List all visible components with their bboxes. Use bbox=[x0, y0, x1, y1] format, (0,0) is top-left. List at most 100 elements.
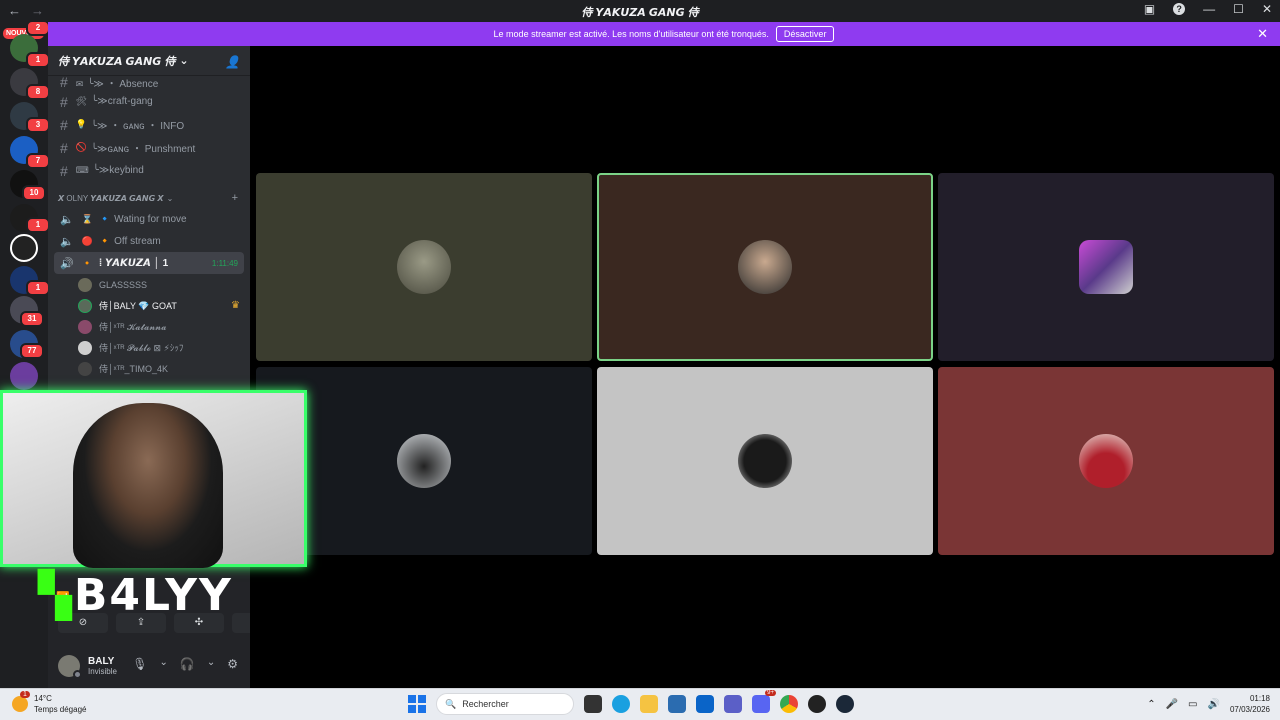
voice-channel-name: ⁞ 𝙔𝘼𝙆𝙐𝙕𝘼 │ 1 bbox=[98, 257, 169, 269]
voice-channel-name: 🔸 Off stream bbox=[98, 235, 161, 247]
chrome-icon[interactable] bbox=[780, 695, 798, 713]
store-icon[interactable] bbox=[668, 695, 686, 713]
voice-member[interactable]: 侍│ˣᵀᴿ 𝓟𝓪𝓫𝓵𝓸 ⊠ ⚡ｼｯﾌ bbox=[48, 337, 250, 358]
voice-member[interactable]: 侍│ˣᵀᴿ 𝓚𝓪𝓽𝓪𝓷𝓷𝓪 bbox=[48, 316, 250, 337]
title-bar: ← → 侍 𝙔𝘼𝙆𝙐𝙕𝘼 𝙂𝘼𝙉𝙂 侍 ▣ ? — ☐ ✕ bbox=[0, 0, 1280, 22]
avatar bbox=[78, 277, 92, 292]
video-tile[interactable] bbox=[597, 367, 933, 555]
inbox-icon[interactable]: ▣ bbox=[1144, 2, 1155, 16]
channel-item[interactable]: # 🚫 ╰≫ɢᴀɴɢ ・ Punshment bbox=[48, 136, 250, 159]
avatar bbox=[78, 319, 92, 334]
teams-icon[interactable] bbox=[724, 695, 742, 713]
help-icon[interactable]: ? bbox=[1173, 3, 1186, 15]
member-name: GLASSSSS bbox=[99, 279, 148, 290]
channel-name: ╰≫craft-gang bbox=[91, 96, 153, 107]
channel-emoji: ✉ bbox=[75, 79, 84, 89]
category-name: 𝙓 OLNY 𝙔𝘼𝙆𝙐𝙕𝘼 𝙂𝘼𝙉𝙂 𝙓 bbox=[58, 193, 164, 203]
video-tile-speaking[interactable] bbox=[597, 173, 933, 361]
chevron-down-icon[interactable]: ⌄ bbox=[207, 657, 215, 671]
server-mention-badge: 8 bbox=[26, 84, 48, 100]
weather-widget[interactable]: 1 14°C Temps dégagé bbox=[12, 691, 87, 715]
crown-icon: ♛ bbox=[231, 300, 240, 311]
voice-member[interactable]: 侍│BALY 💎 GOAT ♛ bbox=[48, 295, 250, 316]
server-icon-active[interactable] bbox=[10, 234, 38, 262]
volume-icon[interactable]: 🔊 bbox=[1208, 699, 1220, 710]
voice-channel-active[interactable]: 🔊 🔸 ⁞ 𝙔𝘼𝙆𝙐𝙕𝘼 │ 1 1:11:49 bbox=[54, 252, 244, 274]
voice-member[interactable]: 侍│ˣᵀᴿ_TIMO_4K bbox=[48, 358, 250, 379]
logo-text: B4LYY bbox=[73, 570, 233, 621]
task-view-icon[interactable] bbox=[584, 695, 602, 713]
channel-name: ╰≫ɢᴀɴɢ ・ Punshment bbox=[91, 144, 196, 155]
gear-icon[interactable]: ⚙ bbox=[227, 657, 238, 671]
weather-badge: 1 bbox=[20, 691, 30, 698]
stream-logo-overlay: ▚B4LYY bbox=[38, 570, 233, 621]
user-status: Invisible bbox=[88, 666, 117, 676]
member-name: 侍│ˣᵀᴿ 𝓟𝓪𝓫𝓵𝓸 ⊠ ⚡ｼｯﾌ bbox=[99, 343, 184, 353]
network-icon[interactable]: ▭ bbox=[1188, 699, 1197, 710]
avatar bbox=[738, 434, 792, 488]
channel-item[interactable]: # 💡 ╰≫ ・ ɢᴀɴɢ ・ INFO bbox=[48, 113, 250, 136]
channel-item[interactable]: # 🛠 ╰≫craft-gang bbox=[48, 90, 250, 113]
close-icon[interactable]: ✕ bbox=[1257, 26, 1268, 42]
minimize-icon[interactable]: — bbox=[1203, 2, 1215, 16]
server-mention-badge: 1 bbox=[26, 52, 48, 68]
chevron-down-icon: ⌄ bbox=[179, 55, 189, 67]
disable-streamer-mode-button[interactable]: Désactiver bbox=[775, 26, 835, 42]
weather-icon bbox=[12, 696, 28, 712]
app-icon[interactable] bbox=[808, 695, 826, 713]
channel-item[interactable]: # ⌨ ╰≫keybind bbox=[48, 159, 250, 182]
weather-condition: Temps dégagé bbox=[34, 705, 87, 714]
voice-channel[interactable]: 🔈 ⌛ 🔹 Wating for move bbox=[48, 208, 250, 230]
server-mention-badge: 77 bbox=[20, 343, 44, 359]
add-member-icon[interactable]: 👤 bbox=[225, 55, 240, 69]
channel-category[interactable]: 𝙓 OLNY 𝙔𝘼𝙆𝙐𝙕𝘼 𝙂𝘼𝙉𝙂 𝙓 ⌄ + bbox=[48, 188, 250, 208]
chevron-down-icon[interactable]: ⌄ bbox=[160, 657, 168, 671]
channel-emoji: ⌛ bbox=[81, 213, 93, 224]
close-window-icon[interactable]: ✕ bbox=[1262, 2, 1272, 16]
server-mention-badge: 2 bbox=[26, 22, 48, 36]
member-name: 侍│ˣᵀᴿ 𝓚𝓪𝓽𝓪𝓷𝓷𝓪 bbox=[99, 322, 167, 332]
headphones-icon[interactable]: 🎧 bbox=[180, 657, 195, 671]
logo-glyph-icon: ▚ bbox=[38, 570, 74, 621]
system-tray: ⌃ 🎤 ▭ 🔊 01:18 07/03/2026 bbox=[1147, 693, 1270, 715]
file-explorer-icon[interactable] bbox=[640, 695, 658, 713]
avatar bbox=[78, 340, 92, 355]
server-mention-badge: 7 bbox=[26, 153, 48, 169]
voice-channel[interactable]: 🔈 🔴 🔸 Off stream bbox=[48, 230, 250, 252]
outlook-icon[interactable] bbox=[696, 695, 714, 713]
microphone-icon[interactable]: 🎤 bbox=[1166, 699, 1178, 710]
video-tile[interactable] bbox=[938, 367, 1274, 555]
webcam-person-image bbox=[73, 403, 223, 568]
microphone-icon[interactable]: 🎙 bbox=[132, 657, 147, 671]
video-tile[interactable] bbox=[256, 173, 592, 361]
avatar[interactable] bbox=[58, 654, 82, 679]
avatar bbox=[78, 298, 92, 313]
voice-member[interactable]: GLASSSSS bbox=[48, 274, 250, 295]
channel-emoji: 💡 bbox=[75, 119, 88, 129]
channel-emoji: 🚫 bbox=[75, 142, 88, 152]
streamer-mode-banner: Le mode streamer est activé. Les noms d'… bbox=[48, 22, 1280, 46]
status-indicator bbox=[73, 669, 82, 679]
discord-badge: 9+ bbox=[765, 690, 776, 696]
taskbar-search[interactable]: 🔍 Rechercher bbox=[436, 693, 574, 715]
speaker-icon: 🔊 bbox=[60, 257, 74, 270]
server-icon[interactable] bbox=[10, 362, 38, 390]
channel-item[interactable]: # ✉ ╰≫ ・ Absence bbox=[48, 76, 250, 90]
edge-icon[interactable] bbox=[612, 695, 630, 713]
channel-emoji: 🔸 bbox=[81, 257, 93, 268]
server-header[interactable]: 侍 𝙔𝘼𝙆𝙐𝙕𝘼 𝙂𝘼𝙉𝙂 侍 ⌄ 👤 bbox=[48, 46, 250, 76]
hashtag-icon: # bbox=[60, 93, 68, 110]
discord-icon[interactable]: 9+ bbox=[752, 690, 776, 713]
clock[interactable]: 01:18 07/03/2026 bbox=[1230, 693, 1270, 715]
server-mention-badge: 31 bbox=[20, 311, 44, 327]
windows-start-icon[interactable] bbox=[408, 695, 426, 713]
steam-icon[interactable] bbox=[836, 695, 854, 713]
video-tile[interactable] bbox=[938, 173, 1274, 361]
maximize-icon[interactable]: ☐ bbox=[1233, 2, 1244, 16]
search-placeholder: Rechercher bbox=[462, 699, 509, 709]
chevron-up-icon[interactable]: ⌃ bbox=[1147, 699, 1155, 710]
add-channel-icon[interactable]: + bbox=[232, 192, 238, 204]
server-mention-badge: 1 bbox=[26, 217, 48, 233]
temperature: 14°C bbox=[34, 694, 52, 703]
search-icon: 🔍 bbox=[445, 698, 457, 709]
